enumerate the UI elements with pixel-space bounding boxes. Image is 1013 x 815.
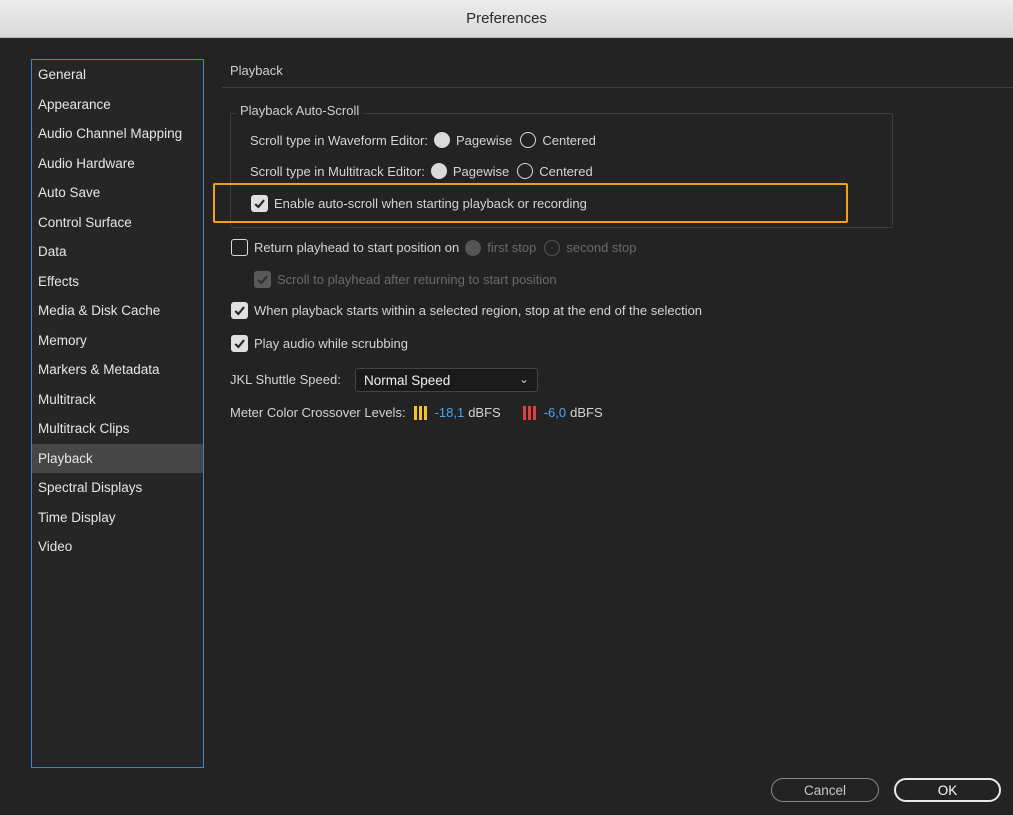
return-playhead-label[interactable]: Return playhead to start position on [254,240,459,255]
stop-at-selection-row[interactable]: When playback starts within a selected r… [231,302,702,319]
waveform-pagewise-label[interactable]: Pagewise [456,133,512,148]
sidebar-item-media-disk-cache[interactable]: Media & Disk Cache [32,296,203,326]
sidebar-item-time-display[interactable]: Time Display [32,503,203,533]
stop-at-selection-checkbox[interactable] [231,302,248,319]
multitrack-pagewise-label[interactable]: Pagewise [453,164,509,179]
sidebar-item-effects[interactable]: Effects [32,267,203,297]
sidebar-item-playback[interactable]: Playback [32,443,203,473]
scroll-to-playhead-label[interactable]: Scroll to playhead after returning to st… [277,272,557,287]
sidebar-item-spectral-displays[interactable]: Spectral Displays [32,473,203,503]
sidebar-item-audio-hardware[interactable]: Audio Hardware [32,149,203,179]
scroll-to-playhead-checkbox[interactable] [254,271,271,288]
multitrack-centered-label[interactable]: Centered [539,164,592,179]
second-stop-radio[interactable] [544,239,561,256]
red-meter-icon[interactable] [522,405,536,420]
waveform-scroll-label: Scroll type in Waveform Editor: [250,132,428,148]
multitrack-scroll-label: Scroll type in Multitrack Editor: [250,163,425,179]
sidebar-item-markers-metadata[interactable]: Markers & Metadata [32,355,203,385]
second-stop-label[interactable]: second stop [566,240,636,255]
waveform-scroll-row: Scroll type in Waveform Editor: Pagewise… [250,132,596,148]
sidebar-item-auto-save[interactable]: Auto Save [32,178,203,208]
waveform-centered-radio[interactable] [520,132,537,148]
checkmark-icon [234,339,245,349]
sidebar-item-memory[interactable]: Memory [32,326,203,356]
first-stop-label[interactable]: first stop [487,240,536,255]
section-divider [222,87,1013,88]
waveform-centered-label[interactable]: Centered [542,133,595,148]
return-playhead-checkbox[interactable] [231,239,248,256]
meter-crossover-row: Meter Color Crossover Levels: -18,1 dBFS… [230,405,603,420]
sidebar-item-video[interactable]: Video [32,532,203,562]
jkl-shuttle-value: Normal Speed [364,372,451,388]
sidebar-item-appearance[interactable]: Appearance [32,90,203,120]
sidebar-item-multitrack[interactable]: Multitrack [32,385,203,415]
autoscroll-group-legend: Playback Auto-Scroll [236,103,364,118]
window-titlebar: Preferences [0,0,1013,38]
level1-readout: -18,1 dBFS [435,405,501,420]
scroll-to-playhead-row: Scroll to playhead after returning to st… [254,271,557,288]
first-stop-radio[interactable] [465,239,482,256]
level2-value[interactable]: -6,0 [544,405,566,420]
sidebar-item-data[interactable]: Data [32,237,203,267]
play-scrubbing-row[interactable]: Play audio while scrubbing [231,335,408,352]
window-title: Preferences [466,10,547,27]
sidebar-item-audio-channel-mapping[interactable]: Audio Channel Mapping [32,119,203,149]
sidebar-item-multitrack-clips[interactable]: Multitrack Clips [32,414,203,444]
return-playhead-row: Return playhead to start position on fir… [231,239,636,256]
multitrack-centered-radio[interactable] [517,163,534,179]
meter-crossover-label: Meter Color Crossover Levels: [230,405,406,420]
multitrack-scroll-row: Scroll type in Multitrack Editor: Pagewi… [250,163,593,179]
waveform-pagewise-radio[interactable] [433,132,450,148]
yellow-meter-icon[interactable] [413,405,427,420]
level1-unit: dBFS [468,405,501,420]
page-title: Playback [230,63,283,78]
preferences-category-list[interactable]: General Appearance Audio Channel Mapping… [31,59,204,768]
multitrack-pagewise-radio[interactable] [430,163,447,179]
level1-value[interactable]: -18,1 [435,405,465,420]
cancel-button[interactable]: Cancel [771,778,879,802]
jkl-shuttle-label: JKL Shuttle Speed: [230,372,341,387]
sidebar-item-control-surface[interactable]: Control Surface [32,208,203,238]
checkmark-icon [257,275,268,285]
ok-button[interactable]: OK [894,778,1001,802]
checkmark-icon [234,306,245,316]
annotation-highlight-box [213,183,848,223]
level2-readout: -6,0 dBFS [544,405,603,420]
chevron-down-icon: ⌄ [518,372,529,386]
sidebar-item-general[interactable]: General [32,60,203,90]
play-scrubbing-label[interactable]: Play audio while scrubbing [254,336,408,351]
jkl-shuttle-dropdown[interactable]: Normal Speed ⌄ [355,368,538,392]
stop-at-selection-label[interactable]: When playback starts within a selected r… [254,303,702,318]
level2-unit: dBFS [570,405,603,420]
play-scrubbing-checkbox[interactable] [231,335,248,352]
